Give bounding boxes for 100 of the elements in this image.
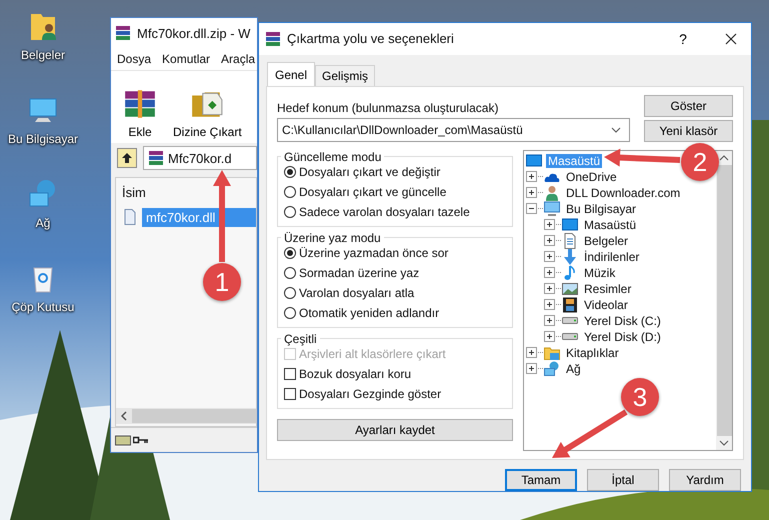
collapse-toggle[interactable] xyxy=(526,203,537,214)
monitor-icon xyxy=(562,216,578,233)
tab[interactable]: Gelişmiş xyxy=(315,64,376,86)
group-title: Çeşitli xyxy=(283,332,318,346)
archive-books-icon xyxy=(265,30,281,47)
folder-tree-item[interactable]: Müzik xyxy=(582,266,618,280)
radio-button[interactable] xyxy=(284,206,296,218)
destination-path-field[interactable]: C:\Kullanıcılar\DllDownloader_com\Masaüstü xyxy=(277,118,630,142)
plus-icon xyxy=(527,348,536,358)
menu-item[interactable]: Komutlar xyxy=(162,52,210,66)
folder-tree-item[interactable]: Resimler xyxy=(582,282,634,296)
folder-tree-item[interactable]: DLL Downloader.com xyxy=(564,186,682,200)
radio-button[interactable] xyxy=(284,267,296,280)
expand-toggle[interactable] xyxy=(544,299,555,310)
toolbar-button[interactable]: Dizine Çıkart xyxy=(169,87,246,139)
up-folder-button[interactable] xyxy=(117,148,137,168)
archive-books-icon xyxy=(123,87,157,121)
radio-button[interactable] xyxy=(284,287,296,300)
expand-toggle[interactable] xyxy=(544,315,555,326)
toolbar-button[interactable]: Ekle xyxy=(119,87,161,139)
key-icon xyxy=(133,434,149,446)
option-label: Sormadan üzerine yaz xyxy=(299,266,420,280)
dialog-button[interactable]: Göster xyxy=(644,94,733,117)
expand-toggle[interactable] xyxy=(544,219,555,230)
network-icon xyxy=(544,360,560,377)
plus-icon xyxy=(545,332,554,342)
expand-toggle[interactable] xyxy=(526,187,537,198)
expand-toggle[interactable] xyxy=(526,347,537,358)
desktop-icon-label[interactable]: Belgeler xyxy=(20,48,66,62)
group-title: Üzerine yaz modu xyxy=(283,230,382,245)
dialog-button[interactable]: Tamam xyxy=(505,469,577,491)
folder-tree-item[interactable]: Yerel Disk (C:) xyxy=(582,314,663,328)
up-arrow-icon xyxy=(121,152,133,164)
path-field[interactable]: Mfc70kor.d xyxy=(143,146,257,170)
folder-tree-item[interactable]: Bu Bilgisayar xyxy=(564,202,638,216)
window-title: Mfc70kor.dll.zip - W xyxy=(137,26,250,40)
picture-icon xyxy=(562,280,578,297)
column-header[interactable]: İsim xyxy=(122,184,146,200)
option-label: Arşivleri alt klasörlere çıkart xyxy=(299,347,446,362)
checkbox[interactable] xyxy=(284,388,296,400)
group-title: Güncelleme modu xyxy=(283,150,382,164)
archive-books-icon xyxy=(148,150,164,166)
menu-item[interactable]: Araçla xyxy=(221,52,256,66)
plus-icon xyxy=(545,220,554,230)
option-label: Bozuk dosyaları koru xyxy=(299,367,412,382)
file-icon xyxy=(122,209,138,225)
chevron-down-icon xyxy=(611,126,621,133)
desktop-icon-label[interactable]: Bu Bilgisayar xyxy=(8,132,78,146)
film-strip-icon xyxy=(562,296,578,313)
plus-icon xyxy=(545,284,554,294)
save-settings-button[interactable]: Ayarları kaydet xyxy=(277,418,513,441)
option-label: Dosyaları Gezginde göster xyxy=(299,387,442,402)
folder-tree-item[interactable]: Belgeler xyxy=(582,234,630,248)
dialog-button[interactable]: İptal xyxy=(587,469,659,491)
option-label: Varolan dosyaları atla xyxy=(299,286,414,300)
desktop-icon-label[interactable]: Ağ xyxy=(36,216,50,230)
folder-tree-item[interactable]: Videolar xyxy=(582,298,630,312)
expand-toggle[interactable] xyxy=(544,331,555,342)
person-icon xyxy=(544,184,560,201)
folder-tree-item[interactable]: İndirilenler xyxy=(582,250,642,264)
archive-books-icon xyxy=(115,25,131,41)
expand-toggle[interactable] xyxy=(526,363,537,374)
radio-button[interactable] xyxy=(284,186,296,198)
help-button[interactable]: ? xyxy=(663,24,703,54)
expand-toggle[interactable] xyxy=(544,235,555,246)
option-label: Dosyaları çıkart ve güncelle xyxy=(299,185,446,200)
folder-tree-item[interactable]: Masaüstü xyxy=(582,218,638,232)
expand-toggle[interactable] xyxy=(544,283,555,294)
dialog-title: Çıkartma yolu ve seçenekleri xyxy=(287,31,455,46)
plus-icon xyxy=(527,172,536,182)
folder-tree-item[interactable]: Yerel Disk (D:) xyxy=(582,330,663,344)
checkbox[interactable] xyxy=(284,368,296,380)
radio-button[interactable] xyxy=(284,247,296,260)
plus-icon xyxy=(545,252,554,262)
drive-icon xyxy=(562,333,578,340)
option-label: Sadece varolan dosyaları tazele xyxy=(299,205,470,220)
music-note-icon xyxy=(562,264,578,281)
expand-toggle[interactable] xyxy=(544,251,555,262)
drive-icon xyxy=(115,434,131,446)
horizontal-scrollbar[interactable] xyxy=(116,408,256,424)
folder-tree-item[interactable]: OneDrive xyxy=(564,170,619,184)
folder-tree-item[interactable]: Ağ xyxy=(564,362,583,376)
vertical-scrollbar[interactable] xyxy=(716,150,732,450)
tab[interactable]: Genel xyxy=(267,62,316,86)
radio-button[interactable] xyxy=(284,307,296,320)
document-icon xyxy=(562,232,578,249)
dialog-button[interactable]: Yeni klasör xyxy=(644,120,733,142)
folder-tree-item[interactable]: Kitaplıklar xyxy=(564,346,621,360)
chevron-left-icon xyxy=(121,411,127,421)
plus-icon xyxy=(527,364,536,374)
expand-toggle[interactable] xyxy=(526,171,537,182)
menu-item[interactable]: Dosya xyxy=(117,52,152,66)
dialog-button[interactable]: Yardım xyxy=(669,469,741,491)
drive-icon xyxy=(562,317,578,324)
expand-toggle[interactable] xyxy=(544,267,555,278)
plus-icon xyxy=(545,300,554,310)
option-label: Otomatik yeniden adlandır xyxy=(299,306,440,320)
plus-icon xyxy=(545,268,554,278)
radio-button[interactable] xyxy=(284,166,296,178)
option-label: Dosyaları çıkart ve değiştir xyxy=(299,165,440,180)
